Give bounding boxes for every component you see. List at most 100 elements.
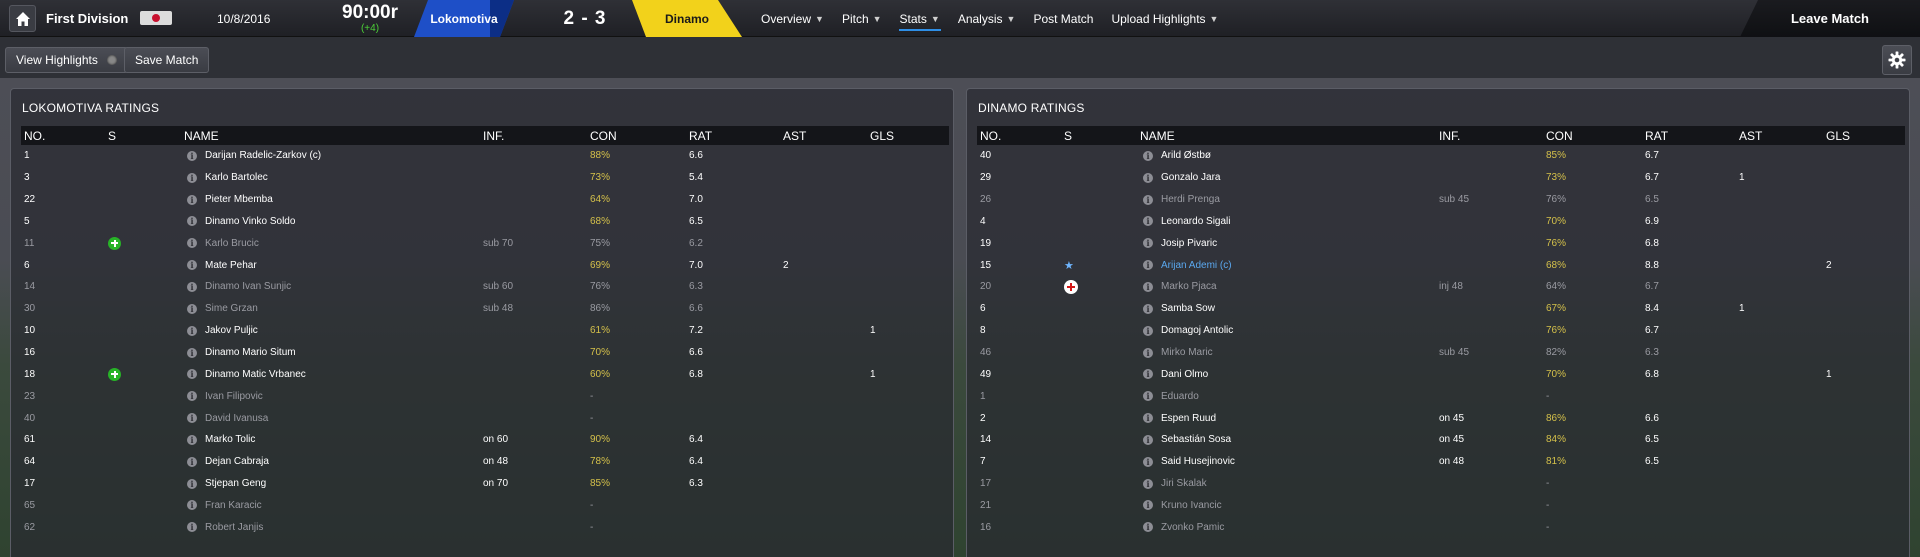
leave-match-button[interactable]: Leave Match — [1740, 0, 1920, 37]
player-name[interactable]: Dinamo Matic Vrbanec — [205, 369, 306, 380]
table-row[interactable]: 1 i Darijan Radelic-Zarkov (c) 88% 6.6 — [21, 145, 949, 167]
info-icon[interactable]: i — [1143, 456, 1153, 467]
player-name[interactable]: Fran Karacic — [205, 500, 262, 511]
player-name[interactable]: Dinamo Vinko Soldo — [205, 216, 295, 227]
info-icon[interactable]: i — [187, 456, 197, 467]
player-name[interactable]: Karlo Bartolec — [205, 172, 268, 183]
table-row[interactable]: 15 ★ i Arijan Ademi (c) 68% 8.8 2 — [977, 254, 1905, 276]
cell-player-name[interactable]: i Darijan Radelic-Zarkov (c) — [181, 145, 480, 167]
table-row[interactable]: 46 i Mirko Maric sub 45 82% 6.3 — [977, 342, 1905, 364]
player-name[interactable]: Mate Pehar — [205, 260, 257, 271]
info-icon[interactable]: i — [1143, 260, 1153, 271]
cell-player-name[interactable]: i Mate Pehar — [181, 254, 480, 276]
player-name[interactable]: Dinamo Ivan Sunjic — [205, 281, 291, 292]
info-icon[interactable]: i — [1143, 500, 1153, 511]
table-row[interactable]: 20 i Marko Pjaca inj 48 64% 6.7 — [977, 276, 1905, 298]
col-header-s[interactable]: S — [1061, 126, 1137, 145]
table-row[interactable]: 30 i Sime Grzan sub 48 86% 6.6 — [21, 298, 949, 320]
competition-name[interactable]: First Division — [46, 11, 128, 26]
table-row[interactable]: 29 i Gonzalo Jara 73% 6.7 1 — [977, 167, 1905, 189]
table-row[interactable]: 16 i Zvonko Pamic - — [977, 516, 1905, 538]
nav-analysis[interactable]: Analysis ▼ — [949, 0, 1025, 37]
col-header-s[interactable]: S — [105, 126, 181, 145]
info-icon[interactable]: i — [1143, 347, 1153, 358]
player-name[interactable]: Karlo Brucic — [205, 238, 259, 249]
cell-player-name[interactable]: i Dinamo Ivan Sunjic — [181, 276, 480, 298]
cell-player-name[interactable]: i Herdi Prenga — [1137, 189, 1436, 211]
nav-stats[interactable]: Stats ▼ — [891, 0, 949, 37]
cell-player-name[interactable]: i Dani Olmo — [1137, 363, 1436, 385]
cell-player-name[interactable]: i Zvonko Pamic — [1137, 516, 1436, 538]
table-row[interactable]: 17 i Jiri Skalak - — [977, 473, 1905, 495]
cell-player-name[interactable]: i Sime Grzan — [181, 298, 480, 320]
cell-player-name[interactable]: i David Ivanusa — [181, 407, 480, 429]
player-name[interactable]: Kruno Ivancic — [1161, 500, 1222, 511]
cell-player-name[interactable]: i Marko Tolic — [181, 429, 480, 451]
settings-button[interactable] — [1882, 45, 1912, 75]
player-name[interactable]: Jakov Puljic — [205, 325, 258, 336]
info-icon[interactable]: i — [1143, 434, 1153, 445]
table-row[interactable]: 26 i Herdi Prenga sub 45 76% 6.5 — [977, 189, 1905, 211]
col-header-inf[interactable]: INF. — [1436, 126, 1543, 145]
cell-player-name[interactable]: i Said Husejinovic — [1137, 451, 1436, 473]
player-name[interactable]: Jiri Skalak — [1161, 478, 1207, 489]
info-icon[interactable]: i — [187, 522, 197, 533]
cell-player-name[interactable]: i Marko Pjaca — [1137, 276, 1436, 298]
cell-player-name[interactable]: i Mirko Maric — [1137, 342, 1436, 364]
cell-player-name[interactable]: i Karlo Brucic — [181, 232, 480, 254]
cell-player-name[interactable]: i Arijan Ademi (c) — [1137, 254, 1436, 276]
player-name[interactable]: Mirko Maric — [1161, 347, 1213, 358]
save-match-button[interactable]: Save Match — [124, 47, 210, 73]
table-row[interactable]: 8 i Domagoj Antolic 76% 6.7 — [977, 320, 1905, 342]
table-row[interactable]: 62 i Robert Janjis - — [21, 516, 949, 538]
nav-pitch[interactable]: Pitch ▼ — [833, 0, 891, 37]
table-row[interactable]: 5 i Dinamo Vinko Soldo 68% 6.5 — [21, 211, 949, 233]
cell-player-name[interactable]: i Dinamo Mario Situm — [181, 342, 480, 364]
col-header-gls[interactable]: GLS — [867, 126, 949, 145]
table-row[interactable]: 6 i Mate Pehar 69% 7.0 2 — [21, 254, 949, 276]
cell-player-name[interactable]: i Gonzalo Jara — [1137, 167, 1436, 189]
info-icon[interactable]: i — [1143, 391, 1153, 402]
cell-player-name[interactable]: i Kruno Ivancic — [1137, 495, 1436, 517]
info-icon[interactable]: i — [1143, 150, 1153, 161]
info-icon[interactable]: i — [187, 478, 197, 489]
table-row[interactable]: 64 i Dejan Cabraja on 48 78% 6.4 — [21, 451, 949, 473]
player-name[interactable]: Herdi Prenga — [1161, 194, 1220, 205]
table-row[interactable]: 19 i Josip Pivaric 76% 6.8 — [977, 232, 1905, 254]
table-row[interactable]: 14 i Sebastián Sosa on 45 84% 6.5 — [977, 429, 1905, 451]
player-name[interactable]: Zvonko Pamic — [1161, 522, 1224, 533]
col-header-no[interactable]: NO. — [977, 126, 1061, 145]
cell-player-name[interactable]: i Fran Karacic — [181, 495, 480, 517]
table-row[interactable]: 40 i David Ivanusa - — [21, 407, 949, 429]
player-name[interactable]: Samba Sow — [1161, 303, 1215, 314]
col-header-name[interactable]: NAME — [1137, 126, 1436, 145]
table-row[interactable]: 18 i Dinamo Matic Vrbanec 60% 6.8 1 — [21, 363, 949, 385]
info-icon[interactable]: i — [187, 238, 197, 249]
home-team-badge[interactable]: Lokomotiva — [414, 0, 514, 37]
player-name[interactable]: Gonzalo Jara — [1161, 172, 1220, 183]
col-header-inf[interactable]: INF. — [480, 126, 587, 145]
player-name[interactable]: Dani Olmo — [1161, 369, 1208, 380]
player-name[interactable]: Marko Pjaca — [1161, 281, 1217, 292]
col-header-gls[interactable]: GLS — [1823, 126, 1905, 145]
cell-player-name[interactable]: i Jiri Skalak — [1137, 473, 1436, 495]
nav-overview[interactable]: Overview ▼ — [752, 0, 833, 37]
player-name[interactable]: Eduardo — [1161, 391, 1199, 402]
cell-player-name[interactable]: i Jakov Puljic — [181, 320, 480, 342]
cell-player-name[interactable]: i Dinamo Matic Vrbanec — [181, 363, 480, 385]
cell-player-name[interactable]: i Stjepan Geng — [181, 473, 480, 495]
table-row[interactable]: 7 i Said Husejinovic on 48 81% 6.5 — [977, 451, 1905, 473]
cell-player-name[interactable]: i Karlo Bartolec — [181, 167, 480, 189]
info-icon[interactable]: i — [187, 260, 197, 271]
table-row[interactable]: 17 i Stjepan Geng on 70 85% 6.3 — [21, 473, 949, 495]
info-icon[interactable]: i — [187, 150, 197, 161]
away-team-badge[interactable]: Dinamo — [632, 0, 742, 37]
player-name[interactable]: Robert Janjis — [205, 522, 263, 533]
table-row[interactable]: 4 i Leonardo Sigali 70% 6.9 — [977, 211, 1905, 233]
cell-player-name[interactable]: i Dejan Cabraja — [181, 451, 480, 473]
table-row[interactable]: 21 i Kruno Ivancic - — [977, 495, 1905, 517]
player-name[interactable]: Ivan Filipovic — [205, 391, 263, 402]
info-icon[interactable]: i — [1143, 303, 1153, 314]
info-icon[interactable]: i — [187, 194, 197, 205]
player-name[interactable]: Darijan Radelic-Zarkov (c) — [205, 150, 321, 161]
